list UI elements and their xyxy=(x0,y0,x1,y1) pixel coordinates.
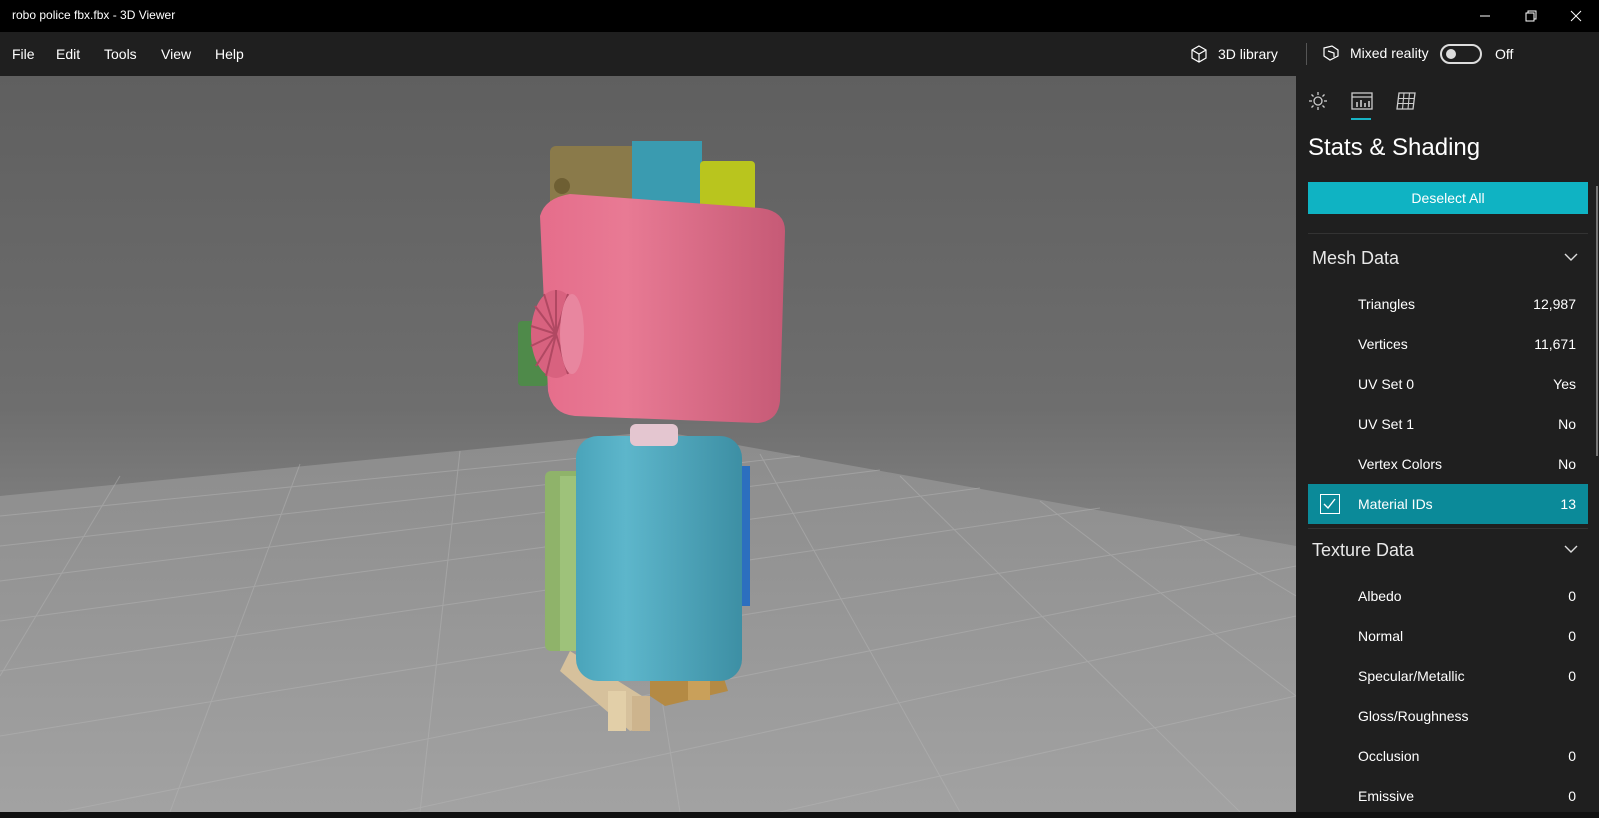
row-value: 11,671 xyxy=(1534,336,1576,352)
menu-view[interactable]: View xyxy=(161,46,191,62)
minimize-icon xyxy=(1480,15,1490,17)
row-label: Albedo xyxy=(1358,588,1402,604)
texture-row-gloss[interactable]: Gloss/Roughness xyxy=(1308,696,1588,736)
row-label: Vertices xyxy=(1358,336,1408,352)
deselect-all-button[interactable]: Deselect All xyxy=(1308,182,1588,214)
tab-grid[interactable] xyxy=(1394,90,1418,112)
cube-icon xyxy=(1191,45,1207,63)
restore-button[interactable] xyxy=(1508,0,1554,32)
texture-row-emissive[interactable]: Emissive 0 xyxy=(1308,776,1588,812)
menu-help[interactable]: Help xyxy=(215,46,244,62)
robot-neck xyxy=(630,424,678,446)
section-divider xyxy=(1308,233,1588,234)
mixed-reality-state: Off xyxy=(1495,46,1514,62)
scene-canvas xyxy=(0,141,1296,812)
minimize-button[interactable] xyxy=(1462,0,1508,32)
row-label: Emissive xyxy=(1358,788,1415,804)
panel-scrollbar[interactable] xyxy=(1596,186,1598,456)
stats-panel: Stats & Shading Deselect All Mesh Data T… xyxy=(1296,76,1599,812)
checkmark-icon xyxy=(1323,498,1336,510)
mesh-row-vertices[interactable]: Vertices 11,671 xyxy=(1308,324,1588,364)
mixed-reality-label: Mixed reality xyxy=(1350,45,1429,61)
title-bar: robo police fbx.fbx - 3D Viewer xyxy=(0,0,1599,32)
row-label: Occlusion xyxy=(1358,748,1420,764)
row-value: 0 xyxy=(1568,588,1576,604)
active-tab-indicator xyxy=(1351,118,1371,120)
mesh-row-uv-set-1[interactable]: UV Set 1 No xyxy=(1308,404,1588,444)
texture-row-occlusion[interactable]: Occlusion 0 xyxy=(1308,736,1588,776)
section-divider xyxy=(1308,528,1588,529)
menu-file[interactable]: File xyxy=(12,46,35,62)
texture-data-header[interactable]: Texture Data xyxy=(1308,530,1588,570)
3d-library-button[interactable]: 3D library xyxy=(1190,44,1278,64)
mesh-row-material-ids[interactable]: Material IDs 13 xyxy=(1308,484,1588,524)
robot-head-fan xyxy=(530,290,584,378)
mixed-reality-toggle[interactable] xyxy=(1440,44,1482,64)
tab-stats-shading[interactable] xyxy=(1350,90,1374,112)
row-value: 0 xyxy=(1568,788,1576,804)
material-ids-checkbox[interactable] xyxy=(1320,494,1340,514)
tab-environment[interactable] xyxy=(1306,90,1330,112)
menu-edit[interactable]: Edit xyxy=(56,46,80,62)
window-title: robo police fbx.fbx - 3D Viewer xyxy=(12,8,176,22)
row-value: 13 xyxy=(1560,496,1576,512)
bottom-edge xyxy=(0,812,1599,818)
row-label: UV Set 0 xyxy=(1358,376,1415,392)
close-button[interactable] xyxy=(1553,0,1599,32)
panel-title: Stats & Shading xyxy=(1308,134,1481,161)
menu-bar: File Edit Tools View Help 3D library Mix… xyxy=(0,32,1599,76)
row-label: Gloss/Roughness xyxy=(1358,708,1469,724)
row-value: 12,987 xyxy=(1533,296,1576,312)
chevron-down-icon xyxy=(1564,253,1578,261)
row-value: 0 xyxy=(1568,628,1576,644)
row-value: 0 xyxy=(1568,748,1576,764)
mesh-data-title: Mesh Data xyxy=(1312,247,1400,268)
sun-icon xyxy=(1309,92,1327,110)
close-icon xyxy=(1570,10,1582,22)
row-label: UV Set 1 xyxy=(1358,416,1415,432)
row-label: Normal xyxy=(1358,628,1404,644)
texture-row-specular[interactable]: Specular/Metallic 0 xyxy=(1308,656,1588,696)
mesh-row-triangles[interactable]: Triangles 12,987 xyxy=(1308,284,1588,324)
row-value: 0 xyxy=(1568,668,1576,684)
row-value: No xyxy=(1558,456,1576,472)
row-label: Specular/Metallic xyxy=(1358,668,1465,684)
mesh-row-uv-set-0[interactable]: UV Set 0 Yes xyxy=(1308,364,1588,404)
3d-viewport[interactable] xyxy=(0,76,1296,812)
row-label: Material IDs xyxy=(1358,496,1433,512)
row-label: Triangles xyxy=(1358,296,1416,312)
row-value: Yes xyxy=(1553,376,1576,392)
mixed-reality-icon xyxy=(1323,45,1339,61)
menu-tools[interactable]: Tools xyxy=(104,46,137,62)
row-label: Vertex Colors xyxy=(1358,456,1443,472)
row-value: No xyxy=(1558,416,1576,432)
toggle-knob xyxy=(1446,49,1456,59)
texture-data-title: Texture Data xyxy=(1312,539,1415,560)
mesh-data-header[interactable]: Mesh Data xyxy=(1308,238,1588,278)
stats-icon xyxy=(1351,92,1373,110)
robot-body xyxy=(576,436,742,681)
mixed-reality-button[interactable]: Mixed reality xyxy=(1322,44,1429,62)
chevron-down-icon xyxy=(1564,545,1578,553)
texture-row-albedo[interactable]: Albedo 0 xyxy=(1308,576,1588,616)
grid-icon xyxy=(1396,92,1416,110)
menu-divider xyxy=(1306,43,1307,65)
texture-row-normal[interactable]: Normal 0 xyxy=(1308,616,1588,656)
3d-library-label: 3D library xyxy=(1218,46,1278,62)
restore-icon xyxy=(1525,10,1537,22)
mesh-row-vertex-colors[interactable]: Vertex Colors No xyxy=(1308,444,1588,484)
